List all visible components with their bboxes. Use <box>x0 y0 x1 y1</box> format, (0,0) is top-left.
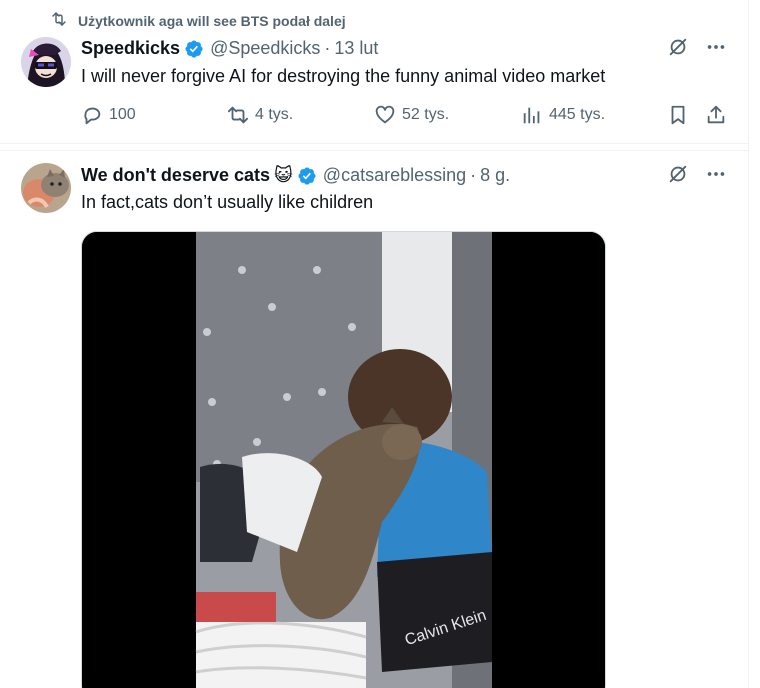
tweet-top-icons <box>667 36 727 58</box>
grok-icon[interactable] <box>667 36 689 58</box>
reply-button[interactable]: 100 <box>81 104 136 126</box>
repost-button[interactable]: 4 tys. <box>227 104 293 126</box>
author-handle[interactable]: @Speedkicks <box>210 38 320 59</box>
more-options-icon[interactable] <box>705 36 727 58</box>
more-options-icon[interactable] <box>705 163 727 185</box>
timeline-feed: Użytkownik aga will see BTS podał dalej … <box>0 0 749 688</box>
verified-badge-icon[interactable] <box>184 39 204 59</box>
analytics-icon <box>521 104 543 126</box>
separator-dot: · <box>324 38 331 58</box>
avatar-speedkicks[interactable] <box>21 37 71 87</box>
verified-badge-icon[interactable] <box>297 166 317 186</box>
smiling-cat-emoji: 😺 <box>274 165 293 185</box>
heart-icon <box>374 104 396 126</box>
share-icon <box>705 104 727 126</box>
tweet-actions: 100 4 tys. 52 tys. 445 tys. <box>81 104 731 128</box>
bookmark-button[interactable] <box>667 104 689 126</box>
video-frame: Calvin Klein <box>82 232 605 688</box>
tweet-speedkicks[interactable]: Użytkownik aga will see BTS podał dalej … <box>0 0 749 144</box>
tweet-catsareblessing[interactable]: We don't deserve cats 😺 @catsareblessing… <box>0 150 749 688</box>
author-name[interactable]: We don't deserve cats <box>81 165 270 186</box>
repost-text: Użytkownik aga will see BTS podał dalej <box>78 12 346 29</box>
separator-dot: · <box>470 165 477 185</box>
video-player[interactable]: Calvin Klein <box>81 231 606 688</box>
view-count: 445 tys. <box>549 106 606 123</box>
grok-icon[interactable] <box>667 163 689 185</box>
share-button[interactable] <box>705 104 727 126</box>
tweet-time[interactable]: 8 g. <box>480 165 510 186</box>
author-name[interactable]: Speedkicks <box>81 38 180 59</box>
repost-icon <box>227 104 249 126</box>
repost-indicator[interactable]: Użytkownik aga will see BTS podał dalej <box>50 10 346 31</box>
bookmark-icon <box>667 104 689 126</box>
reply-icon <box>81 104 103 126</box>
repost-icon <box>50 10 68 31</box>
tweet-text: In fact,cats don’t usually like children <box>81 192 374 212</box>
tweet-header: We don't deserve cats 😺 @catsareblessing… <box>81 165 510 186</box>
tweet-text: I will never forgive AI for destroying t… <box>81 66 606 86</box>
tweet-header: Speedkicks @Speedkicks · 13 lut <box>81 38 378 59</box>
author-handle[interactable]: @catsareblessing <box>323 165 466 186</box>
tweet-top-icons <box>667 163 727 185</box>
reply-count: 100 <box>109 106 136 123</box>
repost-count: 4 tys. <box>255 106 294 123</box>
like-button[interactable]: 52 tys. <box>374 104 449 126</box>
tweet-time[interactable]: 13 lut <box>334 38 378 59</box>
avatar-catsareblessing[interactable] <box>21 163 71 213</box>
views-button[interactable]: 445 tys. <box>521 104 605 126</box>
like-count: 52 tys. <box>402 106 450 123</box>
